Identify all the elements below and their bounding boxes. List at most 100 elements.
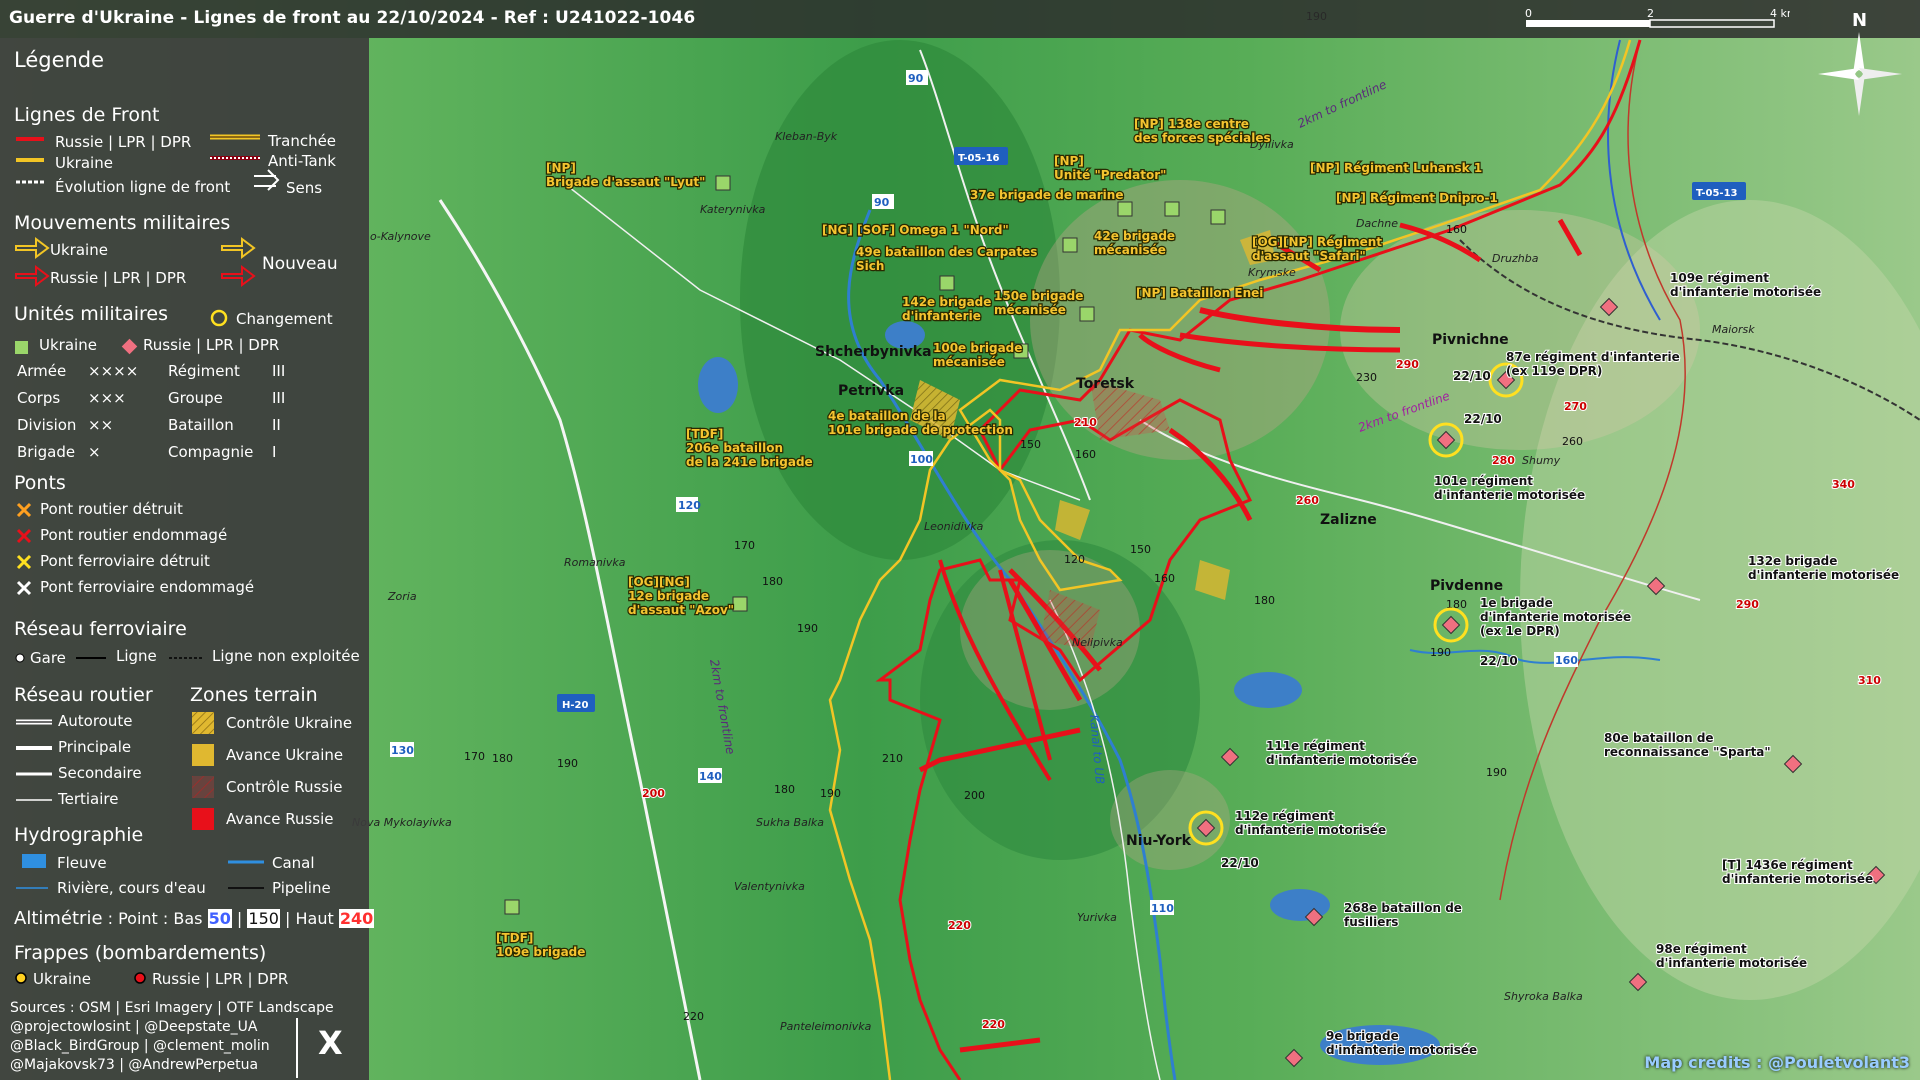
svg-text:180: 180 bbox=[492, 752, 513, 765]
svg-text:T-05-13: T-05-13 bbox=[1696, 188, 1738, 199]
svg-text:Pivnichne: Pivnichne bbox=[1432, 332, 1509, 348]
svg-text:Valentynivka: Valentynivka bbox=[734, 880, 805, 893]
unit-size-bs: I bbox=[272, 443, 277, 461]
svg-text:22/10: 22/10 bbox=[1453, 369, 1491, 383]
svg-text:90: 90 bbox=[908, 72, 924, 85]
ukraine-unit-label-3: [NP] Régiment Luhansk 1 bbox=[1310, 161, 1482, 175]
unit-size-as: × bbox=[88, 443, 101, 461]
svg-text:180: 180 bbox=[774, 783, 795, 796]
svg-text:230: 230 bbox=[1356, 371, 1377, 384]
rail-line-label: Ligne bbox=[116, 647, 157, 665]
altimetry-label: Altimétrie bbox=[14, 908, 103, 929]
svg-text:180: 180 bbox=[762, 575, 783, 588]
unit-size-bs: III bbox=[272, 389, 286, 407]
altimetry-rest: : Point : Bas bbox=[102, 909, 208, 928]
svg-text:N: N bbox=[1852, 10, 1867, 31]
hydro-canal-label: Canal bbox=[272, 854, 315, 872]
svg-text:160: 160 bbox=[1555, 654, 1578, 667]
front-antitank-label: Anti-Tank bbox=[268, 152, 336, 170]
unit-size-b: Régiment bbox=[168, 362, 240, 380]
svg-text:Petrivka: Petrivka bbox=[838, 383, 904, 399]
svg-text:280: 280 bbox=[1492, 454, 1515, 467]
svg-text:120: 120 bbox=[1064, 553, 1085, 566]
terrain-symbols bbox=[192, 712, 214, 830]
strike-russia-label: Russie | LPR | DPR bbox=[152, 970, 289, 988]
svg-text:Sukha Balka: Sukha Balka bbox=[756, 816, 824, 829]
svg-text:Niu-York: Niu-York bbox=[1126, 833, 1192, 849]
bridge-rail-damaged-label: Pont ferroviaire endommagé bbox=[40, 578, 255, 596]
map-credit: Map credits : @Pouletvolant3 bbox=[1644, 1053, 1910, 1072]
bridge-road-destroyed-label: Pont routier détruit bbox=[40, 500, 183, 518]
sources-divider bbox=[296, 1018, 298, 1078]
svg-text:22/10: 22/10 bbox=[1221, 856, 1259, 870]
roads-heading: Réseau routier bbox=[14, 684, 153, 706]
bridges-heading: Ponts bbox=[14, 472, 66, 494]
svg-text:Druzhba: Druzhba bbox=[1492, 252, 1539, 265]
altimetry-sep2: | Haut bbox=[279, 909, 339, 928]
svg-text:290: 290 bbox=[1736, 598, 1759, 611]
svg-text:Pivdenne: Pivdenne bbox=[1430, 578, 1503, 594]
road-secondary-label: Secondaire bbox=[58, 764, 142, 782]
front-ukraine-label: Ukraine bbox=[55, 154, 113, 172]
hydro-pipeline-label: Pipeline bbox=[272, 879, 331, 897]
sources-line-3: @Black_BirdGroup | @clement_molin bbox=[10, 1038, 270, 1054]
unit-size-bs: II bbox=[272, 416, 281, 434]
svg-text:Panteleimonivka: Panteleimonivka bbox=[780, 1020, 872, 1033]
svg-text:Dachne: Dachne bbox=[1356, 217, 1398, 230]
map-title: Guerre d'Ukraine - Lignes de front au 22… bbox=[9, 8, 696, 28]
ukraine-unit-label-5: [NP] Régiment Dnipro-1 bbox=[1336, 191, 1498, 205]
svg-text:T-05-16: T-05-16 bbox=[958, 153, 1000, 164]
sources-line-4: @Majakovsk73 | @AndrewPerpetua bbox=[10, 1057, 259, 1073]
svg-text:22/10: 22/10 bbox=[1464, 412, 1502, 426]
bridge-rail-destroyed-label: Pont ferroviaire détruit bbox=[40, 552, 210, 570]
svg-text:Shumy: Shumy bbox=[1522, 454, 1561, 467]
svg-text:310: 310 bbox=[1858, 674, 1881, 687]
svg-text:160: 160 bbox=[1154, 572, 1175, 585]
x-logo-icon[interactable]: X bbox=[318, 1024, 343, 1062]
ukraine-unit-label-10: 142e brigade d'infanterie bbox=[902, 295, 991, 323]
ukraine-unit-label-4: 37e brigade de marine bbox=[970, 188, 1123, 202]
svg-text:130: 130 bbox=[391, 744, 414, 757]
svg-text:Krymske: Krymske bbox=[1248, 266, 1296, 279]
svg-text:150: 150 bbox=[1130, 543, 1151, 556]
north-arrow-icon: N bbox=[1818, 10, 1902, 116]
russia-unit-label-8: [T] 1436e régiment d'infanterie motorisée bbox=[1722, 858, 1873, 886]
terrain-ukraine-control-label: Contrôle Ukraine bbox=[226, 714, 353, 732]
road-symbols bbox=[16, 719, 52, 801]
svg-text:Katerynivka: Katerynivka bbox=[700, 203, 766, 216]
rail-station-label: Gare bbox=[30, 649, 66, 667]
svg-text:Yurivka: Yurivka bbox=[1077, 911, 1117, 924]
movements-heading: Mouvements militaires bbox=[14, 212, 231, 234]
hydro-heading: Hydrographie bbox=[14, 824, 144, 846]
svg-text:110: 110 bbox=[1151, 902, 1174, 915]
svg-text:Romanivka: Romanivka bbox=[564, 556, 626, 569]
unit-size-bs: III bbox=[272, 362, 286, 380]
svg-text:210: 210 bbox=[1074, 416, 1097, 429]
svg-text:4 km: 4 km bbox=[1770, 7, 1790, 20]
scale-bar: 0 2 4 km bbox=[1525, 7, 1790, 28]
svg-text:220: 220 bbox=[982, 1018, 1005, 1031]
svg-text:0: 0 bbox=[1525, 7, 1532, 20]
road-tertiary-label: Tertiaire bbox=[58, 790, 119, 808]
front-russia-label: Russie | LPR | DPR bbox=[55, 133, 192, 151]
rail-unused-label: Ligne non exploitée bbox=[212, 647, 360, 665]
altimetry-line: Altimétrie : Point : Bas 50 | 150 | Haut… bbox=[14, 908, 375, 929]
altimetry-mid: 150 bbox=[247, 909, 280, 928]
strikes-heading: Frappes (bombardements) bbox=[14, 942, 267, 964]
unit-size-b: Bataillon bbox=[168, 416, 234, 434]
terrain-heading: Zones terrain bbox=[190, 684, 318, 706]
svg-text:o-Kalynove: o-Kalynove bbox=[370, 230, 431, 243]
svg-text:270: 270 bbox=[1564, 400, 1587, 413]
rail-heading: Réseau ferroviaire bbox=[14, 618, 187, 640]
terrain-ukraine-advance-label: Avance Ukraine bbox=[226, 746, 344, 764]
movement-new-label: Nouveau bbox=[262, 254, 338, 274]
unit-size-a: Division bbox=[17, 416, 77, 434]
svg-text:Zoria: Zoria bbox=[387, 590, 417, 603]
units-change-label: Changement bbox=[236, 310, 333, 328]
svg-text:Kleban-Byk: Kleban-Byk bbox=[775, 130, 838, 143]
front-evolution-label: Évolution ligne de front bbox=[55, 178, 231, 196]
svg-text:Nelipivka: Nelipivka bbox=[1072, 636, 1123, 649]
svg-text:210: 210 bbox=[882, 752, 903, 765]
movement-russia-label: Russie | LPR | DPR bbox=[50, 269, 187, 287]
svg-text:220: 220 bbox=[683, 1010, 704, 1023]
